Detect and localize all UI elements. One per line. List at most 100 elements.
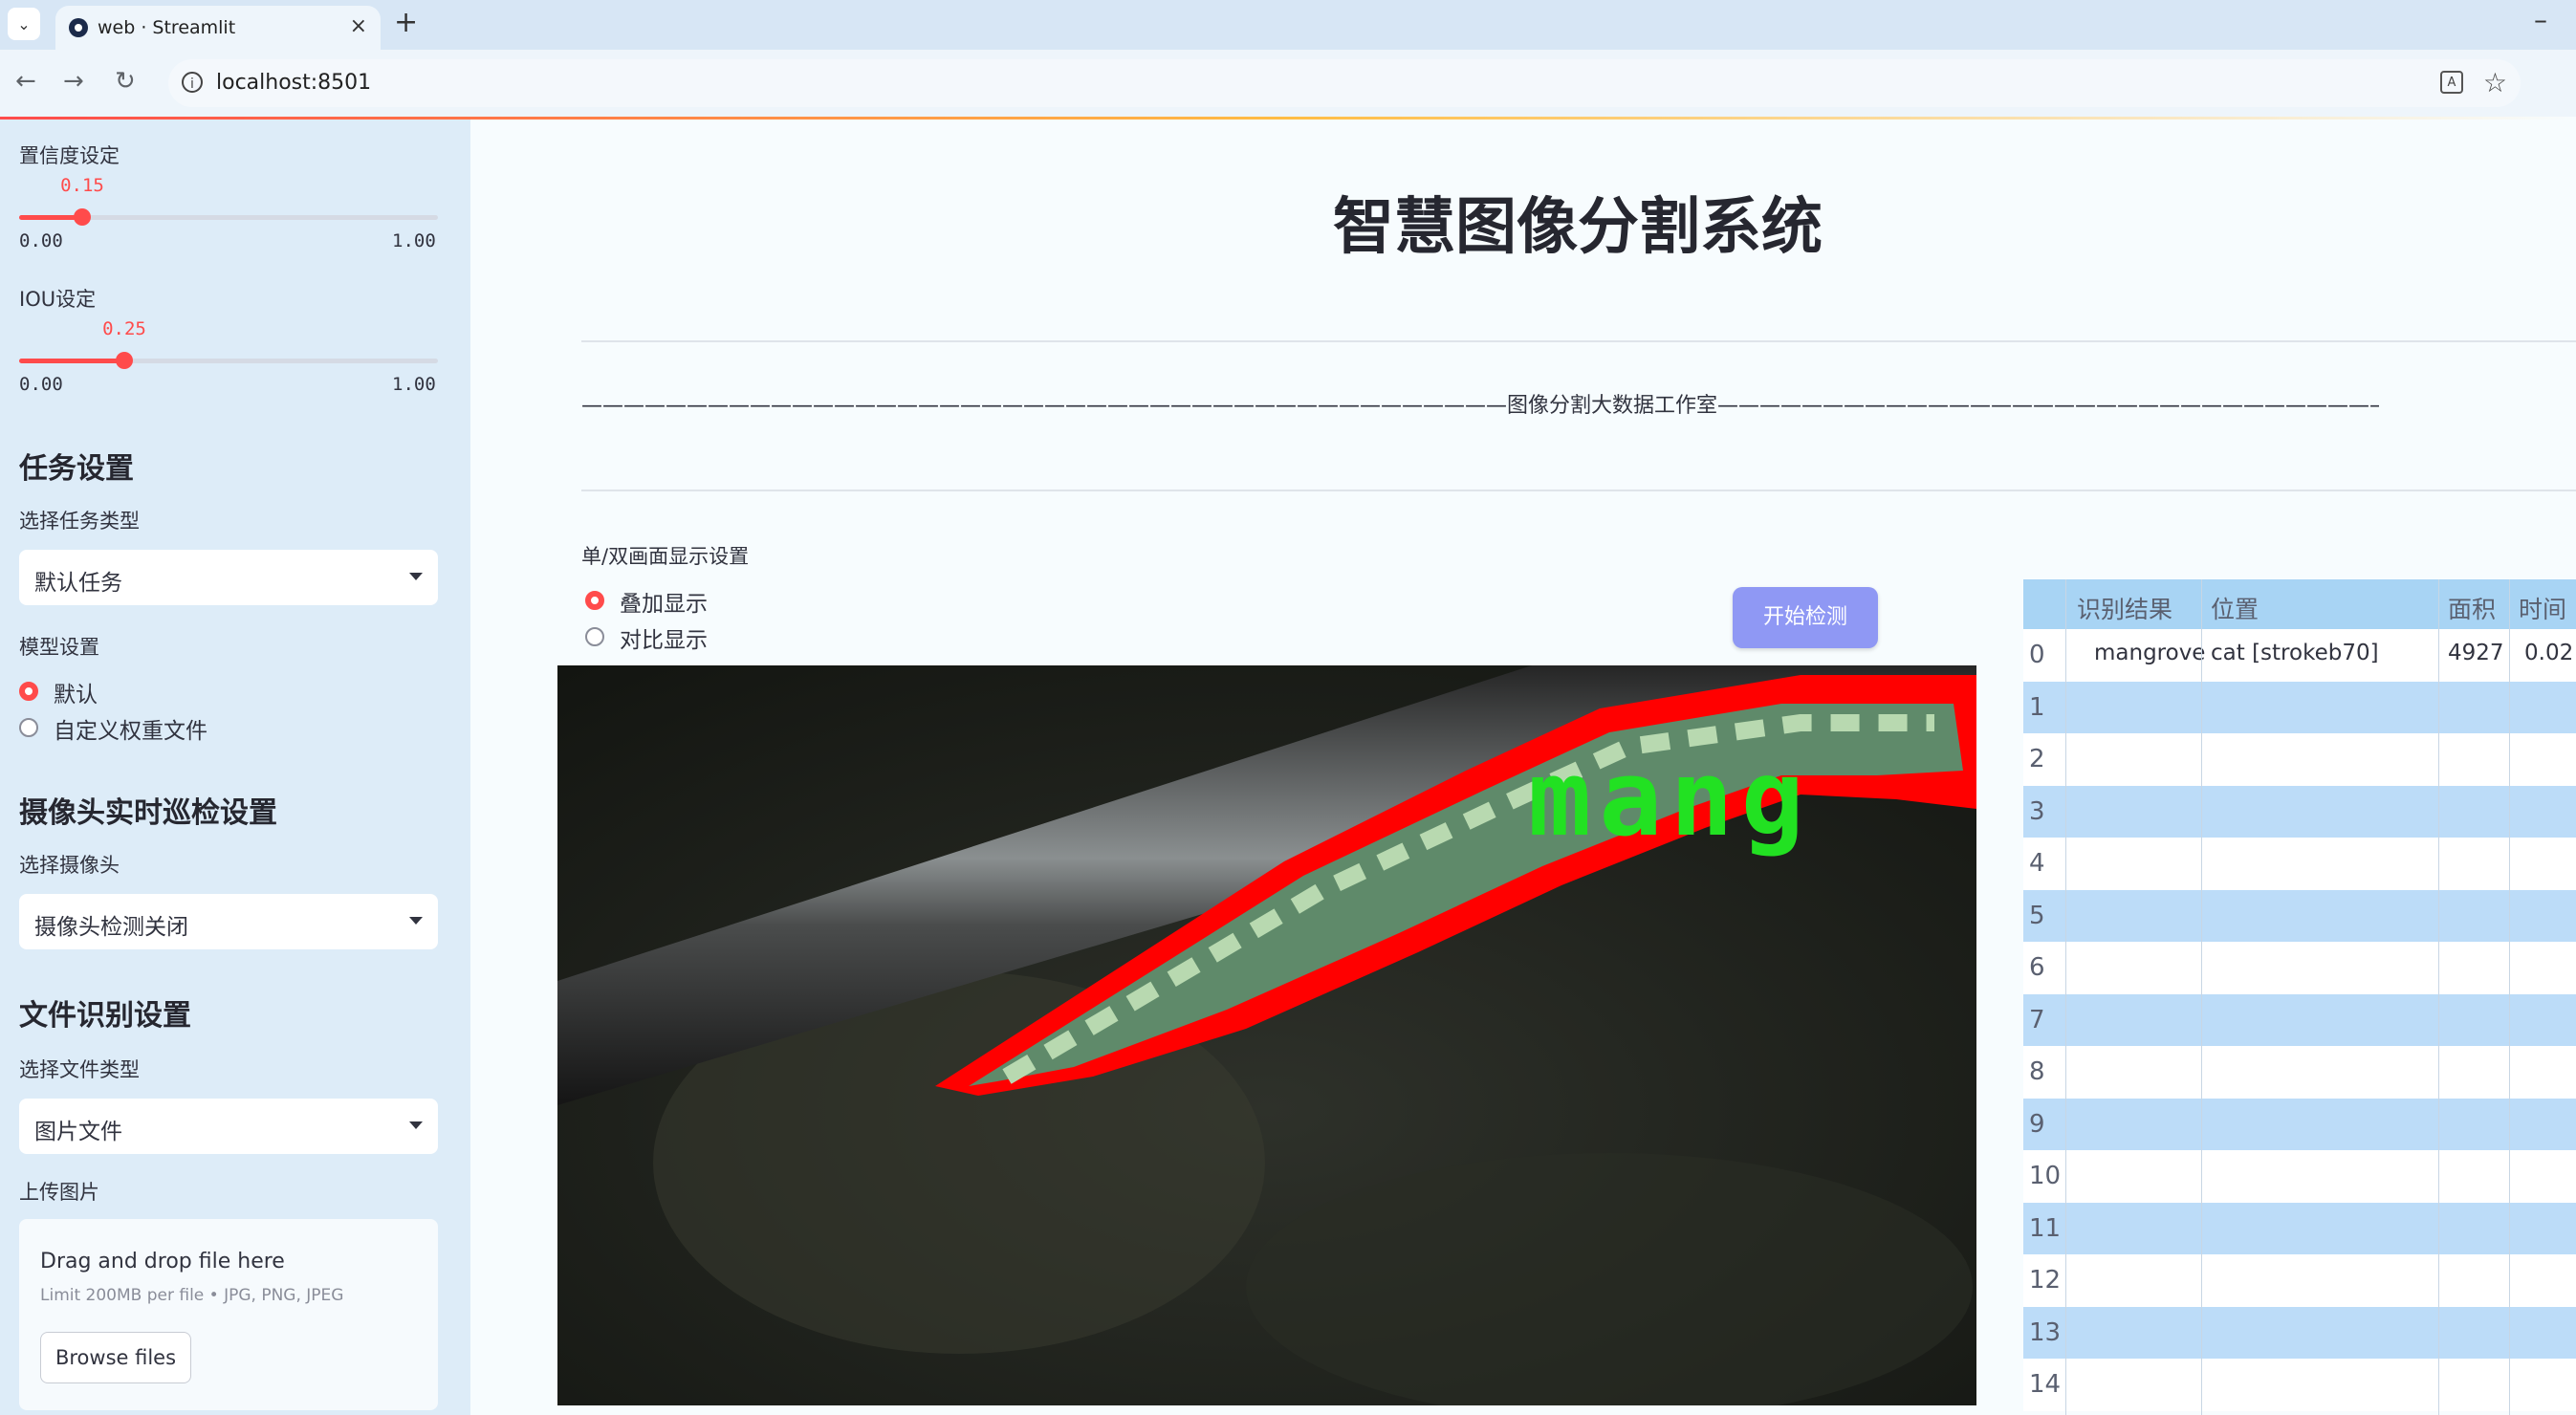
slider-fill xyxy=(19,359,124,363)
cell-area: 4927 xyxy=(2448,641,2504,665)
display-mode-label: 单/双画面显示设置 xyxy=(581,545,750,568)
table-row[interactable]: 13 xyxy=(2023,1306,2576,1359)
column-divider xyxy=(2065,579,2066,1415)
reload-icon[interactable]: ↻ xyxy=(115,67,136,96)
bookmark-star-icon[interactable]: ☆ xyxy=(2483,67,2507,98)
slider-max: 1.00 xyxy=(392,230,436,251)
camera-label: 选择摄像头 xyxy=(19,854,120,877)
site-info-icon[interactable]: i xyxy=(182,72,203,93)
radio-label: 自定义权重文件 xyxy=(54,719,207,744)
row-index: 9 xyxy=(2029,1109,2045,1139)
header-position[interactable]: 位置 xyxy=(2211,591,2259,625)
select-value: 默认任务 xyxy=(34,571,122,596)
task-type-select[interactable]: 默认任务 xyxy=(19,550,438,605)
header-time[interactable]: 时间 xyxy=(2519,591,2566,625)
header-area[interactable]: 面积 xyxy=(2448,591,2496,625)
table-row[interactable]: 7 xyxy=(2023,993,2576,1046)
row-index: 8 xyxy=(2029,1057,2045,1086)
table-row[interactable]: 6 xyxy=(2023,942,2576,994)
radio-selected[interactable] xyxy=(585,591,604,610)
table-row[interactable]: 3 xyxy=(2023,785,2576,838)
tab-title: web · Streamlit xyxy=(98,17,236,38)
row-index: 10 xyxy=(2029,1162,2062,1190)
radio-selected[interactable] xyxy=(19,682,38,701)
row-index: 14 xyxy=(2029,1370,2062,1399)
radio-unselected[interactable] xyxy=(585,627,604,646)
slider-value: 0.15 xyxy=(60,175,104,196)
iou-label: IOU设定 xyxy=(19,288,97,311)
tab-search-dropdown-icon[interactable]: ⌄ xyxy=(8,8,40,40)
table-row[interactable]: 4 xyxy=(2023,838,2576,890)
start-detection-button[interactable]: 开始检测 xyxy=(1733,587,1878,648)
browse-files-button[interactable]: Browse files xyxy=(40,1332,191,1383)
row-index: 6 xyxy=(2029,953,2045,982)
file-settings-heading: 文件识别设置 xyxy=(19,999,191,1033)
row-index: 2 xyxy=(2029,745,2045,773)
url-bar[interactable]: i localhost:8501 A ☆ xyxy=(168,59,2521,107)
row-index: 1 xyxy=(2029,692,2045,722)
model-settings-label: 模型设置 xyxy=(19,636,99,659)
slider-max: 1.00 xyxy=(392,374,436,395)
tab-close-icon[interactable]: × xyxy=(350,14,367,38)
results-table[interactable]: 识别结果 位置 面积 时间 0 mangrove cat [strokeb70] 49… xyxy=(2023,579,2576,1415)
table-row[interactable]: 0 mangrove cat [strokeb70] 4927 0.02 xyxy=(2023,629,2576,682)
slider-min: 0.00 xyxy=(19,230,63,251)
file-dropzone[interactable]: Drag and drop file here Limit 200MB per … xyxy=(19,1219,438,1410)
table-row[interactable]: 5 xyxy=(2023,889,2576,942)
back-arrow-icon[interactable]: ← xyxy=(15,67,36,96)
row-index: 11 xyxy=(2029,1213,2062,1243)
file-type-select[interactable]: 图片文件 xyxy=(19,1099,438,1154)
row-index: 13 xyxy=(2029,1317,2062,1347)
browser-tab[interactable]: web · Streamlit × xyxy=(55,6,381,50)
page-title: 智慧图像分割系统 xyxy=(1333,192,1823,263)
translate-icon[interactable]: A xyxy=(2440,71,2463,94)
header-result[interactable]: 识别结果 xyxy=(2077,591,2172,625)
task-type-label: 选择任务类型 xyxy=(19,510,140,533)
chevron-down-icon xyxy=(409,573,423,580)
table-row[interactable]: 11 xyxy=(2023,1202,2576,1254)
table-row[interactable]: 10 xyxy=(2023,1150,2576,1203)
select-value: 图片文件 xyxy=(34,1120,122,1144)
cell-time: 0.02 xyxy=(2524,641,2574,665)
row-index: 5 xyxy=(2029,901,2045,930)
sidebar: 置信度设定 0.15 0.00 1.00 IOU设定 0.25 0.00 1.0… xyxy=(0,120,470,1415)
slider-value: 0.25 xyxy=(102,318,146,339)
dropzone-instruction: Drag and drop file here xyxy=(40,1250,285,1274)
table-row[interactable]: 9 xyxy=(2023,1098,2576,1150)
slider-thumb[interactable] xyxy=(74,208,91,226)
slider-thumb[interactable] xyxy=(116,352,133,369)
table-header: 识别结果 位置 面积 时间 xyxy=(2023,579,2576,629)
column-divider xyxy=(2509,579,2510,1415)
camera-select[interactable]: 摄像头检测关闭 xyxy=(19,894,438,949)
cell-position: cat [strokeb70] xyxy=(2211,641,2379,665)
task-settings-heading: 任务设置 xyxy=(19,452,134,486)
divider xyxy=(581,490,2576,491)
row-index: 4 xyxy=(2029,849,2045,878)
cell-result: mangrove xyxy=(2094,641,2206,665)
confidence-slider[interactable]: 0.15 xyxy=(19,175,438,226)
table-row[interactable]: 14 xyxy=(2023,1359,2576,1411)
row-index: 12 xyxy=(2029,1266,2062,1295)
studio-banner: ————————————————————————————————————————… xyxy=(581,394,2379,418)
new-tab-icon[interactable]: + xyxy=(394,6,418,39)
table-row[interactable]: 2 xyxy=(2023,733,2576,786)
row-index: 3 xyxy=(2029,796,2045,826)
dropzone-limit: Limit 200MB per file • JPG, PNG, JPEG xyxy=(40,1286,344,1305)
table-row[interactable]: 8 xyxy=(2023,1046,2576,1099)
forward-arrow-icon[interactable]: → xyxy=(63,67,84,96)
column-divider xyxy=(2201,579,2202,1415)
address-bar-row: ← → ↻ i localhost:8501 A ☆ xyxy=(0,50,2576,117)
segmentation-result-image: mang xyxy=(557,665,1976,1405)
detection-class-label: mang xyxy=(1528,737,1812,860)
file-type-label: 选择文件类型 xyxy=(19,1058,140,1081)
minimize-window-icon[interactable]: – xyxy=(2534,4,2547,35)
upload-label: 上传图片 xyxy=(19,1181,99,1204)
table-row[interactable]: 12 xyxy=(2023,1254,2576,1307)
iou-slider[interactable]: 0.25 xyxy=(19,318,438,369)
table-row[interactable]: 1 xyxy=(2023,681,2576,733)
chevron-down-icon xyxy=(409,917,423,925)
radio-label: 默认 xyxy=(54,683,98,708)
url-text[interactable]: localhost:8501 xyxy=(216,71,371,95)
row-index: 7 xyxy=(2029,1005,2045,1034)
radio-unselected[interactable] xyxy=(19,718,38,737)
